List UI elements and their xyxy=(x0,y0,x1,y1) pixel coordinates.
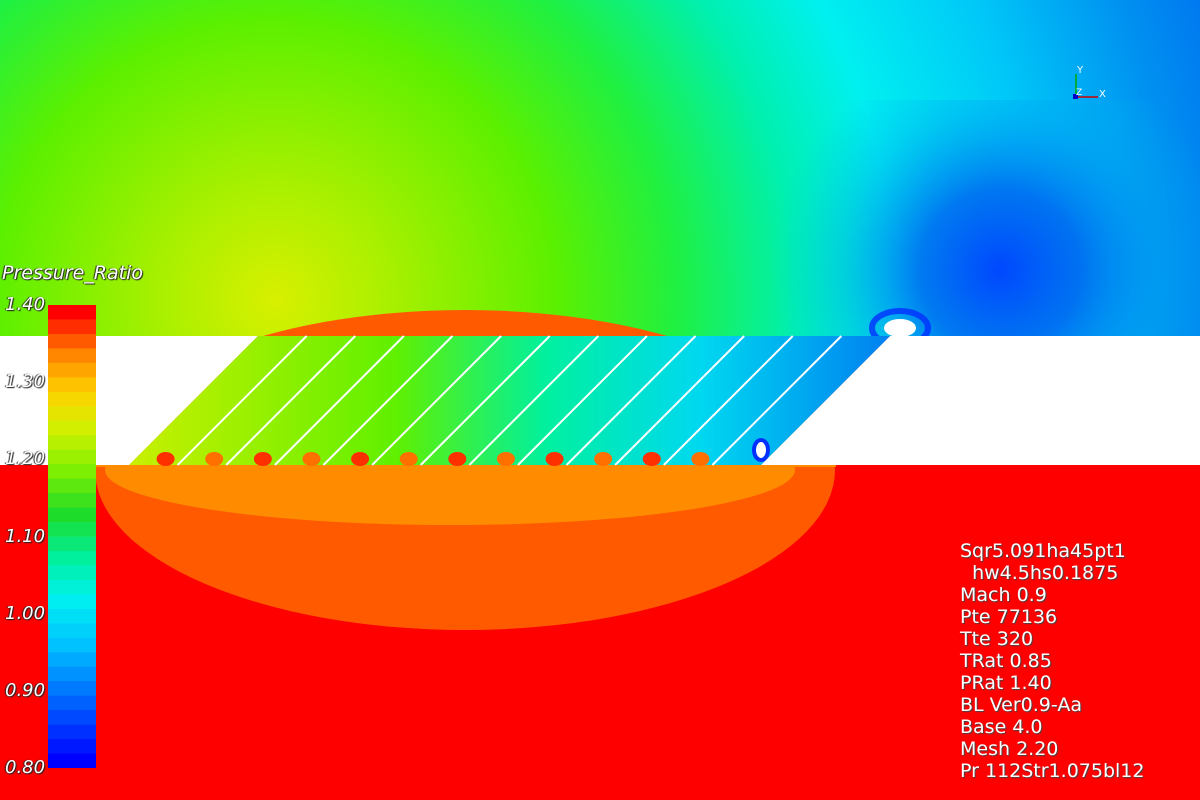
axis-triad: Y Z X xyxy=(1073,65,1106,100)
case-info-line: Base 4.0 xyxy=(960,716,1043,738)
colorbar-band xyxy=(48,608,96,624)
colorbar-band xyxy=(48,536,96,552)
colorbar-band xyxy=(48,753,96,768)
colorbar-band xyxy=(48,637,96,653)
colorbar-band xyxy=(48,724,96,740)
colorbar-band xyxy=(48,681,96,697)
slot-exit-jet xyxy=(399,452,418,466)
colorbar-band xyxy=(48,420,96,436)
separation-bubble-upper xyxy=(884,319,916,337)
colorbar-band xyxy=(48,305,96,321)
slot-exit-jet xyxy=(642,452,661,466)
colorbar-band xyxy=(48,435,96,451)
case-info-line: Tte 320 xyxy=(960,628,1034,650)
colorbar-band xyxy=(48,579,96,595)
case-info-line: Mach 0.9 xyxy=(960,584,1047,606)
case-info-panel: Sqr5.091ha45pt1 hw4.5hs0.1875 Mach 0.9 Pte… xyxy=(960,540,1144,782)
colorbar-tick-label: 1.00 xyxy=(5,602,46,624)
colorbar-tick-label: 1.10 xyxy=(5,525,46,547)
colorbar-tick-label: 1.40 xyxy=(5,294,46,315)
colorbar-band xyxy=(48,550,96,567)
colorbar-band xyxy=(48,594,96,610)
slot-exit-jet xyxy=(351,452,370,466)
case-info-line: BL Ver0.9-Aa xyxy=(960,694,1082,716)
case-info-line: Pr 112Str1.075bl12 xyxy=(960,760,1145,782)
colorbar-tick-label: 0.80 xyxy=(5,757,46,778)
slot-exit-jet xyxy=(496,452,515,466)
separation-bubble-slot xyxy=(752,438,770,462)
colorbar-band xyxy=(48,493,96,509)
colorbar-band xyxy=(48,464,96,480)
slot-exit-jet xyxy=(448,452,467,466)
low-pressure-lobe xyxy=(700,100,1200,336)
axis-x-label: X xyxy=(1099,89,1106,100)
case-info-line: Pte 77136 xyxy=(960,606,1058,628)
axis-z-label: Z xyxy=(1076,88,1082,98)
slot-exit-jet xyxy=(545,452,564,466)
colorbar-band xyxy=(48,695,96,711)
colorbar-band xyxy=(48,739,96,755)
slot-exit-jet xyxy=(691,452,710,466)
slot-exit-jet xyxy=(205,452,224,466)
colorbar-band xyxy=(48,507,96,523)
colorbar-band xyxy=(48,348,96,364)
slot-exit-jet xyxy=(302,452,321,466)
legend-title: Pressure_Ratio xyxy=(2,262,143,284)
colorbar-band xyxy=(48,377,96,393)
case-info-line: Sqr5.091ha45pt1 xyxy=(960,540,1126,562)
colorbar-band xyxy=(48,362,96,378)
colorbar xyxy=(48,305,96,768)
case-info-line: hw4.5hs0.1875 xyxy=(960,562,1119,584)
colorbar-band xyxy=(48,623,96,639)
case-info-line: Mesh 2.20 xyxy=(960,738,1059,760)
colorbar-band xyxy=(48,652,96,668)
slot-exit-jet xyxy=(253,452,272,466)
colorbar-band xyxy=(48,666,96,682)
colorbar-tick-label: 1.20 xyxy=(5,448,46,470)
slot-exit-jet xyxy=(594,452,613,466)
colorbar-band xyxy=(48,565,96,581)
colorbar-tick-label: 0.90 xyxy=(5,679,46,701)
colorbar-band xyxy=(48,449,96,465)
slotted-wall xyxy=(0,335,1200,466)
slot-exit-jet xyxy=(156,452,175,466)
colorbar-band xyxy=(48,478,96,494)
colorbar-band xyxy=(48,319,96,335)
colorbar-band xyxy=(48,710,96,726)
colorbar-band xyxy=(48,522,96,538)
colorbar-band xyxy=(48,406,96,422)
colorbar-band xyxy=(48,391,96,407)
colorbar-tick-label: 1.30 xyxy=(5,371,46,393)
axis-y-label: Y xyxy=(1076,65,1084,76)
case-info-line: TRat 0.85 xyxy=(960,650,1052,672)
case-info-line: PRat 1.40 xyxy=(960,672,1052,694)
colorbar-band xyxy=(48,333,96,350)
